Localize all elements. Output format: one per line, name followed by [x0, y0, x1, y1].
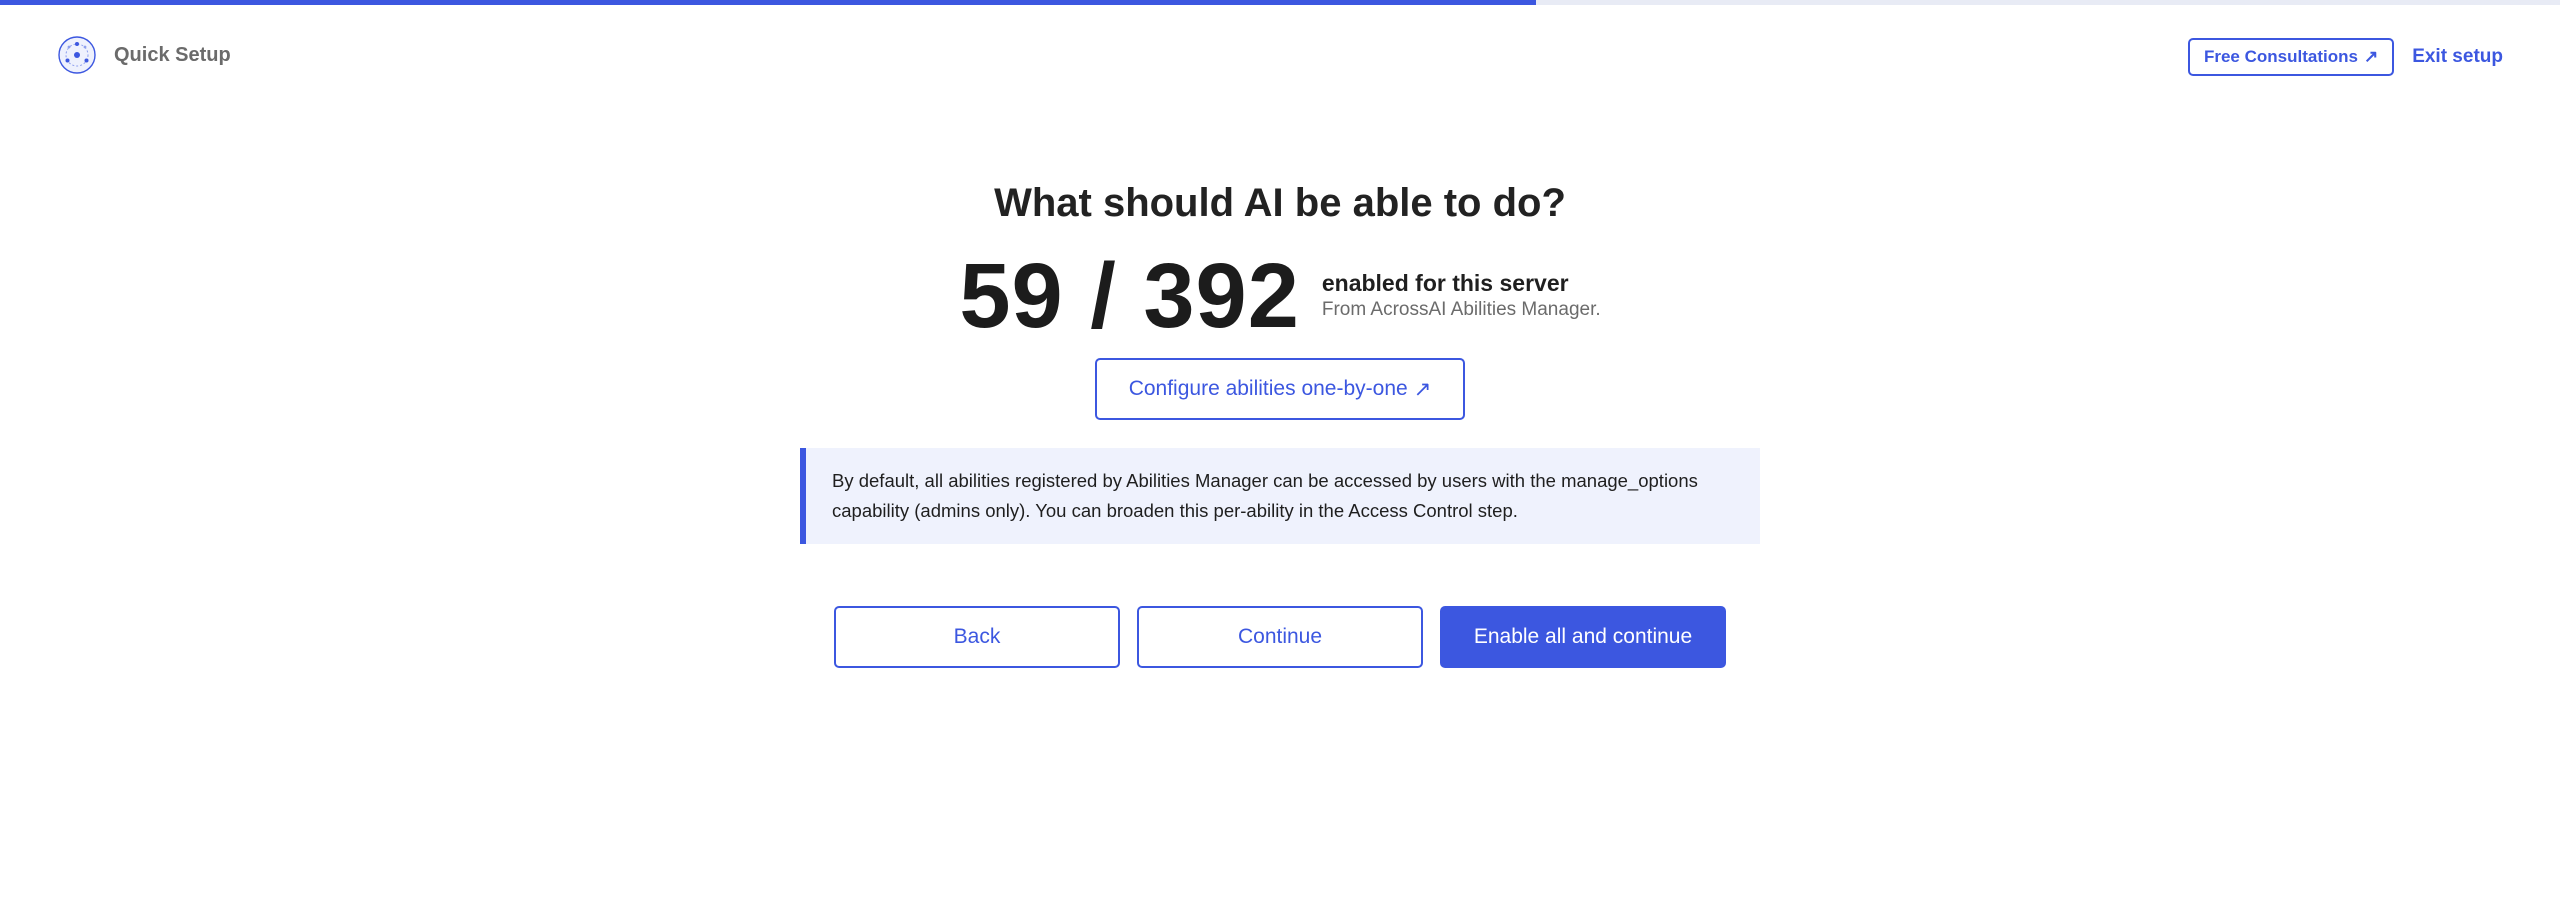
abilities-count-description: enabled for this server From AcrossAI Ab… — [1322, 269, 1601, 323]
wizard-actions: Back Continue Enable all and continue — [0, 606, 2560, 668]
configure-abilities-button[interactable]: Configure abilities one-by-one ↗ — [1094, 358, 1466, 420]
external-arrow-icon: ↗ — [1413, 377, 1432, 401]
top-actions: Free Consultations ↗ Exit setup — [2187, 38, 2503, 76]
abilities-count-source: From AcrossAI Abilities Manager. — [1321, 299, 1601, 320]
free-consultations-label: Free Consultations — [2203, 47, 2358, 66]
abilities-count-number: 59 / 392 — [959, 245, 1300, 347]
app-title: Quick Setup — [114, 43, 231, 66]
external-arrow-icon: ↗ — [2363, 47, 2379, 66]
configure-abilities-label: Configure abilities one-by-one — [1128, 377, 1408, 400]
access-notice: By default, all abilities registered by … — [800, 448, 1760, 544]
main-content: What should AI be able to do? 59 / 392 e… — [0, 170, 2560, 668]
exit-setup-link[interactable]: Exit setup — [2412, 46, 2503, 68]
network-circle-icon — [58, 36, 96, 74]
page-title: What should AI be able to do? — [994, 181, 1566, 225]
back-button[interactable]: Back — [834, 606, 1120, 668]
free-consultations-button[interactable]: Free Consultations ↗ — [2187, 38, 2395, 76]
brand: Quick Setup — [57, 35, 231, 75]
abilities-count: 59 / 392 enabled for this server From Ac… — [0, 248, 2560, 344]
abilities-count-label: enabled for this server — [1321, 270, 1569, 296]
continue-button[interactable]: Continue — [1137, 606, 1423, 668]
enable-all-continue-button[interactable]: Enable all and continue — [1440, 606, 1726, 668]
top-bar: Quick Setup Free Consultations ↗ Exit se… — [0, 5, 2560, 109]
